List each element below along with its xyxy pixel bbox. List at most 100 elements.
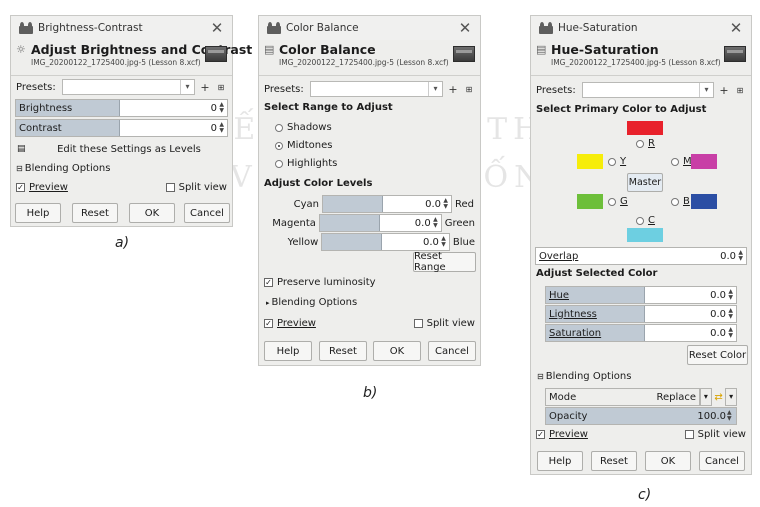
spin-icon[interactable]: ▲ ▼ (432, 217, 438, 229)
radio-r[interactable]: R (631, 138, 660, 149)
presets-combo[interactable]: ▾ (309, 81, 443, 97)
midtones-label: Midtones (287, 140, 333, 151)
hue-slider[interactable]: Hue 0.0 ▲ ▼ (545, 286, 737, 304)
blending-options-expander[interactable]: ⊟ Blending Options (531, 371, 751, 382)
chevron-down-icon[interactable]: ▾ (700, 388, 712, 406)
split-view-checkbox[interactable] (413, 319, 423, 328)
brightness-value: 0 (210, 102, 217, 114)
spin-icon[interactable]: ▲ ▼ (727, 308, 733, 320)
cyan-swatch[interactable] (627, 228, 663, 242)
add-icon[interactable]: + (718, 84, 730, 97)
ok-button[interactable]: OK (645, 451, 691, 471)
split-view-checkbox[interactable] (684, 430, 694, 439)
mode-label: Mode (549, 391, 577, 403)
master-button[interactable]: Master (627, 173, 663, 192)
shadows-radio[interactable] (275, 123, 283, 132)
green-swatch[interactable] (577, 194, 603, 209)
preserve-luminosity-checkbox[interactable]: ✓ (264, 278, 273, 287)
dialog-header: ▤ Hue-Saturation IMG_20200122_1725400.jp… (531, 40, 751, 73)
hue-label: Hue (546, 287, 645, 303)
highlights-label: Highlights (287, 158, 338, 169)
reset-button[interactable]: Reset (591, 451, 637, 471)
chevron-down-icon[interactable]: ▾ (180, 80, 194, 94)
cancel-button[interactable]: Cancel (428, 341, 476, 361)
edit-levels-button[interactable]: ▤ Edit these Settings as Levels (11, 140, 232, 158)
radio-g[interactable]: G (603, 196, 633, 207)
blending-options-expander[interactable]: ⊟ Blending Options (11, 163, 232, 174)
preview-checkbox[interactable]: ✓ (16, 183, 25, 192)
spin-icon[interactable]: ▲ ▼ (440, 236, 446, 248)
y-radio[interactable] (608, 157, 616, 166)
blue-swatch[interactable] (691, 194, 717, 209)
hue-value: 0.0 (710, 289, 726, 301)
titlebar: Hue-Saturation ✕ (531, 16, 751, 40)
midtones-radio[interactable] (275, 141, 283, 150)
split-view-checkbox[interactable] (165, 183, 175, 192)
shadows-label: Shadows (287, 122, 332, 133)
overlap-value: 0.0 (720, 250, 736, 262)
radio-y[interactable]: Y (603, 156, 631, 167)
range-midtones[interactable]: Midtones (259, 140, 480, 151)
opacity-slider[interactable]: Opacity 100.0 ▲ ▼ (545, 407, 737, 425)
swap-icon[interactable]: ⇄ (712, 392, 726, 403)
reset-button[interactable]: Reset (319, 341, 367, 361)
b-radio[interactable] (671, 197, 679, 206)
add-icon[interactable]: + (199, 81, 211, 94)
lightness-slider[interactable]: Lightness 0.0 ▲ ▼ (545, 305, 737, 323)
presets-combo[interactable]: ▾ (61, 79, 195, 95)
red-swatch[interactable] (627, 121, 663, 135)
g-radio[interactable] (608, 197, 616, 206)
spin-icon[interactable]: ▲ ▼ (727, 327, 733, 339)
reset-button[interactable]: Reset (72, 203, 118, 223)
radio-c[interactable]: C (631, 215, 660, 226)
preview-checkbox[interactable]: ✓ (264, 319, 273, 328)
add-icon[interactable]: + (447, 83, 459, 96)
reset-range-button[interactable]: Reset Range (413, 251, 476, 273)
preview-label: Preview (277, 318, 316, 329)
highlights-radio[interactable] (275, 159, 283, 168)
c-radio[interactable] (636, 216, 644, 225)
saturation-slider[interactable]: Saturation 0.0 ▲ ▼ (545, 324, 737, 342)
blending-options-expander[interactable]: ▸ Blending Options (259, 297, 480, 308)
chevron-down-icon[interactable]: ▾ (725, 388, 737, 406)
cyan-red-slider[interactable]: 0.0 ▲ ▼ (322, 195, 452, 213)
range-shadows[interactable]: Shadows (259, 122, 480, 133)
menu-icon[interactable]: ⊞ (463, 85, 475, 94)
presets-combo[interactable]: ▾ (581, 82, 714, 98)
reset-color-button[interactable]: Reset Color (687, 345, 748, 365)
close-icon[interactable]: ✕ (458, 19, 472, 37)
chevron-down-icon[interactable]: ▾ (428, 82, 442, 96)
spin-icon[interactable]: ▲ ▼ (727, 289, 733, 301)
r-radio[interactable] (636, 139, 644, 148)
contrast-slider[interactable]: Contrast 0 ▲ ▼ (15, 119, 228, 137)
magenta-swatch[interactable] (691, 154, 717, 169)
cancel-button[interactable]: Cancel (699, 451, 745, 471)
chevron-down-icon[interactable]: ▾ (699, 83, 713, 97)
opacity-label: Opacity (549, 410, 588, 422)
close-icon[interactable]: ✕ (210, 19, 224, 37)
help-button[interactable]: Help (15, 203, 61, 223)
range-highlights[interactable]: Highlights (259, 158, 480, 169)
mode-combo[interactable]: Mode Replace (545, 388, 701, 406)
help-button[interactable]: Help (264, 341, 312, 361)
magenta-green-slider[interactable]: 0.0 ▲ ▼ (318, 214, 442, 232)
spin-icon[interactable]: ▲ ▼ (737, 250, 743, 262)
menu-icon[interactable]: ⊞ (734, 86, 746, 95)
spin-icon[interactable]: ▲ ▼ (727, 410, 733, 422)
help-button[interactable]: Help (537, 451, 583, 471)
yellow-swatch[interactable] (577, 154, 603, 169)
yellow-blue-slider[interactable]: 0.0 ▲ ▼ (321, 233, 450, 251)
preview-checkbox[interactable]: ✓ (536, 430, 545, 439)
header-subtitle: IMG_20200122_1725400.jpg-5 (Lesson 8.xcf… (31, 58, 201, 67)
spin-icon[interactable]: ▲ ▼ (218, 122, 224, 134)
ok-button[interactable]: OK (373, 341, 421, 361)
cancel-button[interactable]: Cancel (184, 203, 230, 223)
menu-icon[interactable]: ⊞ (215, 83, 227, 92)
brightness-slider[interactable]: Brightness 0 ▲ ▼ (15, 99, 228, 117)
ok-button[interactable]: OK (129, 203, 175, 223)
close-icon[interactable]: ✕ (729, 19, 743, 37)
overlap-slider[interactable]: Overlap 0.0 ▲ ▼ (535, 247, 747, 265)
m-radio[interactable] (671, 157, 679, 166)
spin-icon[interactable]: ▲ ▼ (218, 102, 224, 114)
spin-icon[interactable]: ▲ ▼ (442, 198, 448, 210)
